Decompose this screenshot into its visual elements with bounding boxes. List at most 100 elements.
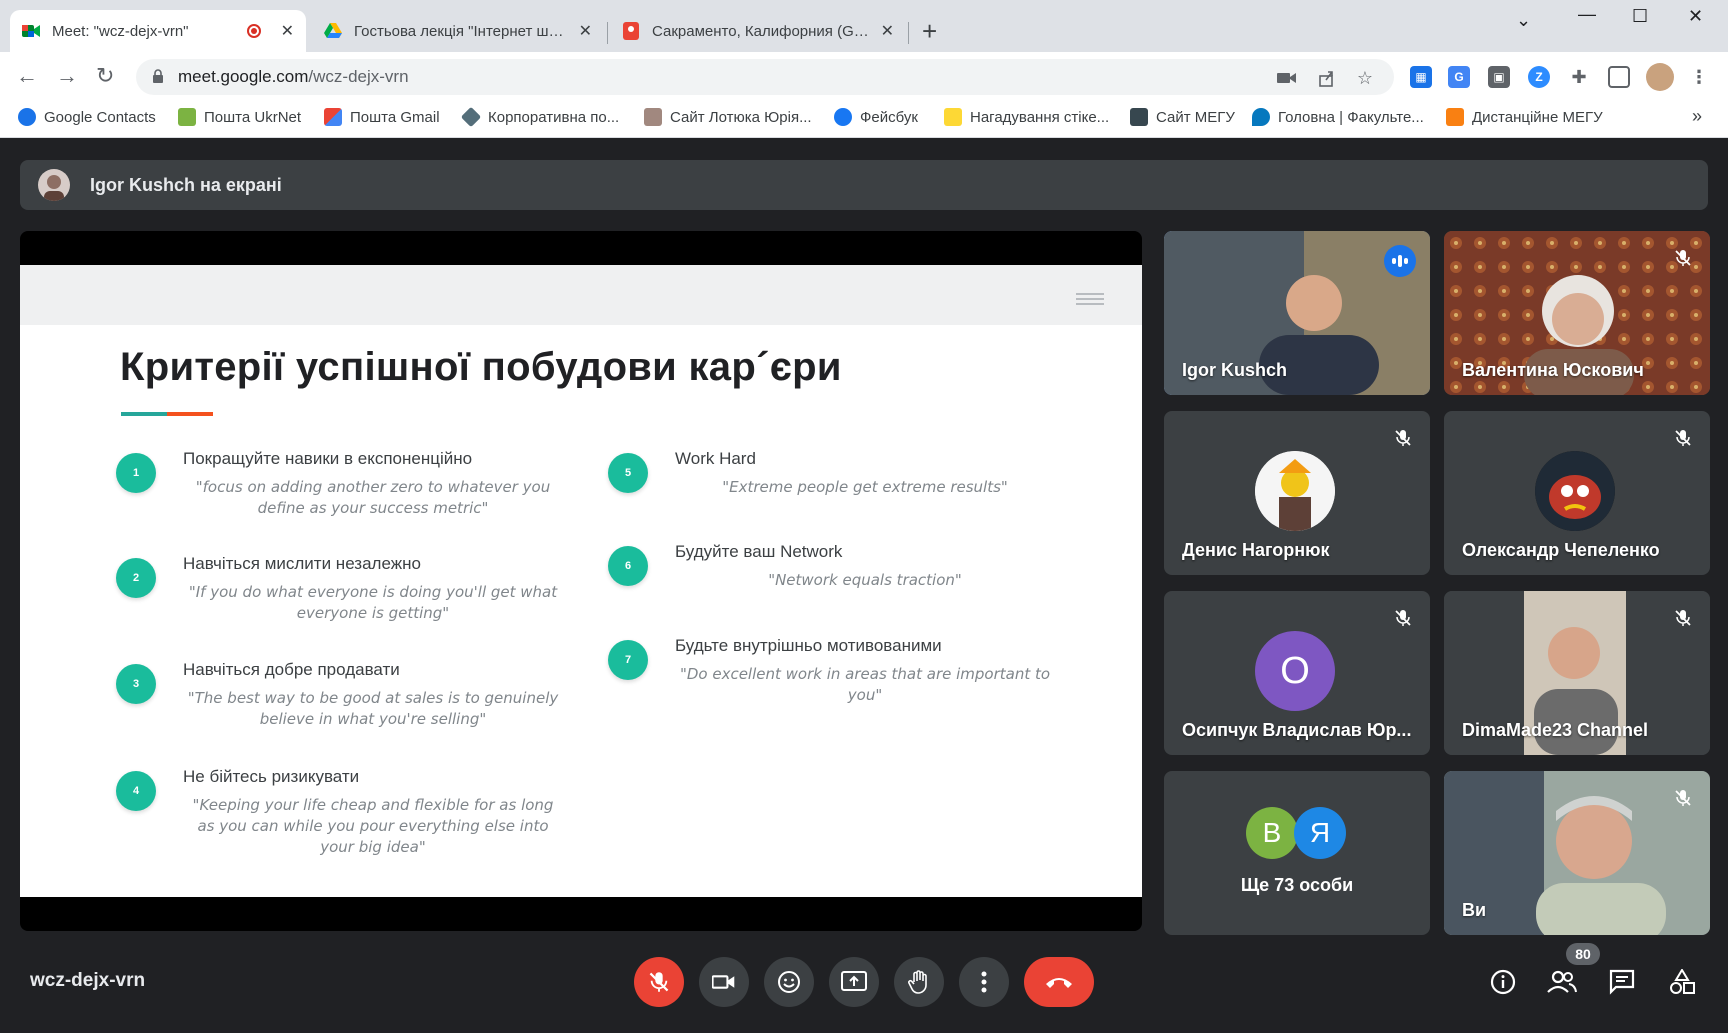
- meeting-details-button[interactable]: [1487, 966, 1519, 998]
- tab-meet[interactable]: Meet: "wcz-dejx-vrn" ✕: [10, 10, 306, 52]
- extension-calendar-icon[interactable]: ▦: [1410, 66, 1432, 88]
- sticker-icon: [944, 108, 962, 126]
- more-options-button[interactable]: [959, 957, 1009, 1007]
- participant-tile[interactable]: О Осипчук Владислав Юр...: [1164, 591, 1430, 755]
- share-icon[interactable]: [1316, 67, 1338, 89]
- chat-button[interactable]: [1606, 966, 1638, 998]
- bookmark-facebook[interactable]: Фейсбук: [834, 108, 918, 126]
- item-heading: Work Hard: [675, 449, 756, 468]
- reactions-button[interactable]: [764, 957, 814, 1007]
- back-icon[interactable]: ←: [16, 63, 38, 89]
- participant-tile[interactable]: DimaMade23 Channel: [1444, 591, 1710, 755]
- extension-grid-icon[interactable]: ▣: [1488, 66, 1510, 88]
- participant-name: Олександр Чепеленко: [1462, 540, 1660, 560]
- item-number-badge: 3: [116, 664, 156, 704]
- bookmark-corporate[interactable]: Корпоративна по...: [460, 106, 619, 128]
- present-screen-button[interactable]: [829, 957, 879, 1007]
- tab-guest-lecture[interactable]: Гостьова лекція "Інтернет шахр ✕: [312, 10, 604, 52]
- browser-menu-icon[interactable]: ⋮: [1688, 66, 1710, 88]
- tab-separator: [607, 22, 608, 44]
- extension-zoom-icon[interactable]: Z: [1528, 66, 1550, 88]
- slide-item-5: 5 Work Hard "Extreme people get extreme …: [608, 449, 1095, 498]
- item-number-badge: 4: [116, 771, 156, 811]
- bookmark-ukrnet-mail[interactable]: Пошта UkrNet: [178, 108, 301, 126]
- participant-tile[interactable]: Олександр Чепеленко: [1444, 411, 1710, 575]
- people-button[interactable]: [1546, 966, 1578, 998]
- participant-name: Валентина Юскович: [1462, 360, 1644, 380]
- participant-tile[interactable]: Денис Нагорнюк: [1164, 411, 1430, 575]
- side-panel-icon[interactable]: [1608, 66, 1630, 88]
- extensions-puzzle-icon[interactable]: ✚: [1568, 66, 1590, 88]
- mic-muted-icon: [1670, 425, 1696, 451]
- mic-muted-icon: [1670, 245, 1696, 271]
- bookmark-star-icon[interactable]: ☆: [1354, 67, 1376, 89]
- camera-toggle-button[interactable]: [699, 957, 749, 1007]
- participant-tile[interactable]: Igor Kushch: [1164, 231, 1430, 395]
- lock-icon: [153, 69, 163, 83]
- bookmark-faculty-home[interactable]: Головна | Факульте...: [1252, 108, 1424, 126]
- close-tab-icon[interactable]: ✕: [579, 21, 592, 41]
- url-text: meet.google.com/wcz-dejx-vrn: [178, 67, 409, 86]
- close-window-icon[interactable]: ✕: [1688, 6, 1703, 27]
- self-view-tile[interactable]: Ви: [1444, 771, 1710, 935]
- more-participants-tile[interactable]: В Я Ще 73 особи: [1164, 771, 1430, 935]
- slide-item-3: 3 Навчіться добре продавати "The best wa…: [116, 660, 603, 730]
- speaking-indicator-icon: [1384, 245, 1416, 277]
- slide-item-6: 6 Будуйте ваш Network "Network equals tr…: [608, 542, 1095, 591]
- camera-in-use-icon[interactable]: [1276, 67, 1298, 89]
- tab-title: Сакраменто, Калифорния (Goog: [652, 22, 873, 40]
- contacts-icon: [18, 108, 36, 126]
- people-icon: [1547, 970, 1577, 993]
- presenter-banner: Igor Kushch на екрані: [20, 160, 1708, 210]
- participant-tile[interactable]: Валентина Юскович: [1444, 231, 1710, 395]
- bookmark-gmail[interactable]: Пошта Gmail: [324, 108, 440, 126]
- presenter-banner-text: Igor Kushch на екрані: [90, 175, 282, 195]
- item-number-badge: 6: [608, 546, 648, 586]
- bookmark-sticker-reminder[interactable]: Нагадування стіке...: [944, 108, 1109, 126]
- maximize-window-icon[interactable]: ☐: [1632, 6, 1648, 27]
- tab-search-chevron-icon[interactable]: ⌄: [1516, 10, 1531, 31]
- new-tab-button[interactable]: +: [922, 16, 937, 47]
- profile-avatar[interactable]: [1646, 63, 1674, 91]
- slide-item-1: 1 Покращуйте навики в експоненційно "foc…: [116, 449, 603, 519]
- slide-title: Критерії успішної побудови кар´єри: [120, 345, 842, 389]
- bookmarks-overflow-chevron[interactable]: »: [1692, 106, 1702, 127]
- bookmark-megu-site[interactable]: Сайт МЕГУ: [1130, 108, 1235, 126]
- item-number-badge: 5: [608, 453, 648, 493]
- slide-item-7: 7 Будьте внутрішньо мотивованими "Do exc…: [608, 636, 1095, 706]
- mic-toggle-button[interactable]: [634, 957, 684, 1007]
- bookmark-lotyuk-site[interactable]: Сайт Лотюка Юрія...: [644, 108, 812, 126]
- extension-translate-icon[interactable]: G: [1448, 66, 1470, 88]
- megu-crest-icon: [1130, 108, 1148, 126]
- participant-name: DimaMade23 Channel: [1462, 720, 1649, 740]
- participant-avatar: О: [1255, 631, 1335, 711]
- raise-hand-button[interactable]: [894, 957, 944, 1007]
- browser-tab-strip: Meet: "wcz-dejx-vrn" ✕ Гостьова лекція "…: [0, 0, 1728, 52]
- slide-item-2: 2 Навчіться мислити незалежно "If you do…: [116, 554, 603, 624]
- activities-button[interactable]: [1666, 966, 1698, 998]
- drupal-icon: [1252, 108, 1270, 126]
- reload-icon[interactable]: ↻: [96, 63, 114, 89]
- tab-title: Гостьова лекція "Інтернет шахр: [354, 22, 571, 40]
- bookmark-google-contacts[interactable]: Google Contacts: [18, 108, 156, 126]
- item-number-badge: 2: [116, 558, 156, 598]
- close-tab-icon[interactable]: ✕: [881, 21, 894, 41]
- title-underline: [121, 412, 213, 416]
- tab-sacramento-map[interactable]: Сакраменто, Калифорния (Goog ✕: [610, 10, 906, 52]
- participant-avatar: Я: [1294, 807, 1346, 859]
- corporate-portal-icon: [460, 106, 482, 128]
- close-tab-icon[interactable]: ✕: [281, 21, 294, 41]
- address-bar[interactable]: meet.google.com/wcz-dejx-vrn ☆: [136, 59, 1394, 95]
- tab-title: Meet: "wcz-dejx-vrn": [52, 22, 189, 40]
- leave-call-button[interactable]: [1024, 957, 1094, 1007]
- mic-muted-icon: [1390, 425, 1416, 451]
- end-call-icon: [1046, 978, 1072, 988]
- forward-icon[interactable]: →: [56, 63, 78, 89]
- bookmark-distance-megu[interactable]: Дистанційне МЕГУ: [1446, 108, 1603, 126]
- moodle-icon: [1446, 108, 1464, 126]
- minimize-window-icon[interactable]: —: [1578, 4, 1596, 25]
- item-number-badge: 1: [116, 453, 156, 493]
- participant-avatar: [1255, 451, 1335, 531]
- slide-menu-icon: [1076, 293, 1104, 308]
- browser-toolbar: ← → ↻ meet.google.com/wcz-dejx-vrn ☆ ▦ G…: [0, 52, 1728, 102]
